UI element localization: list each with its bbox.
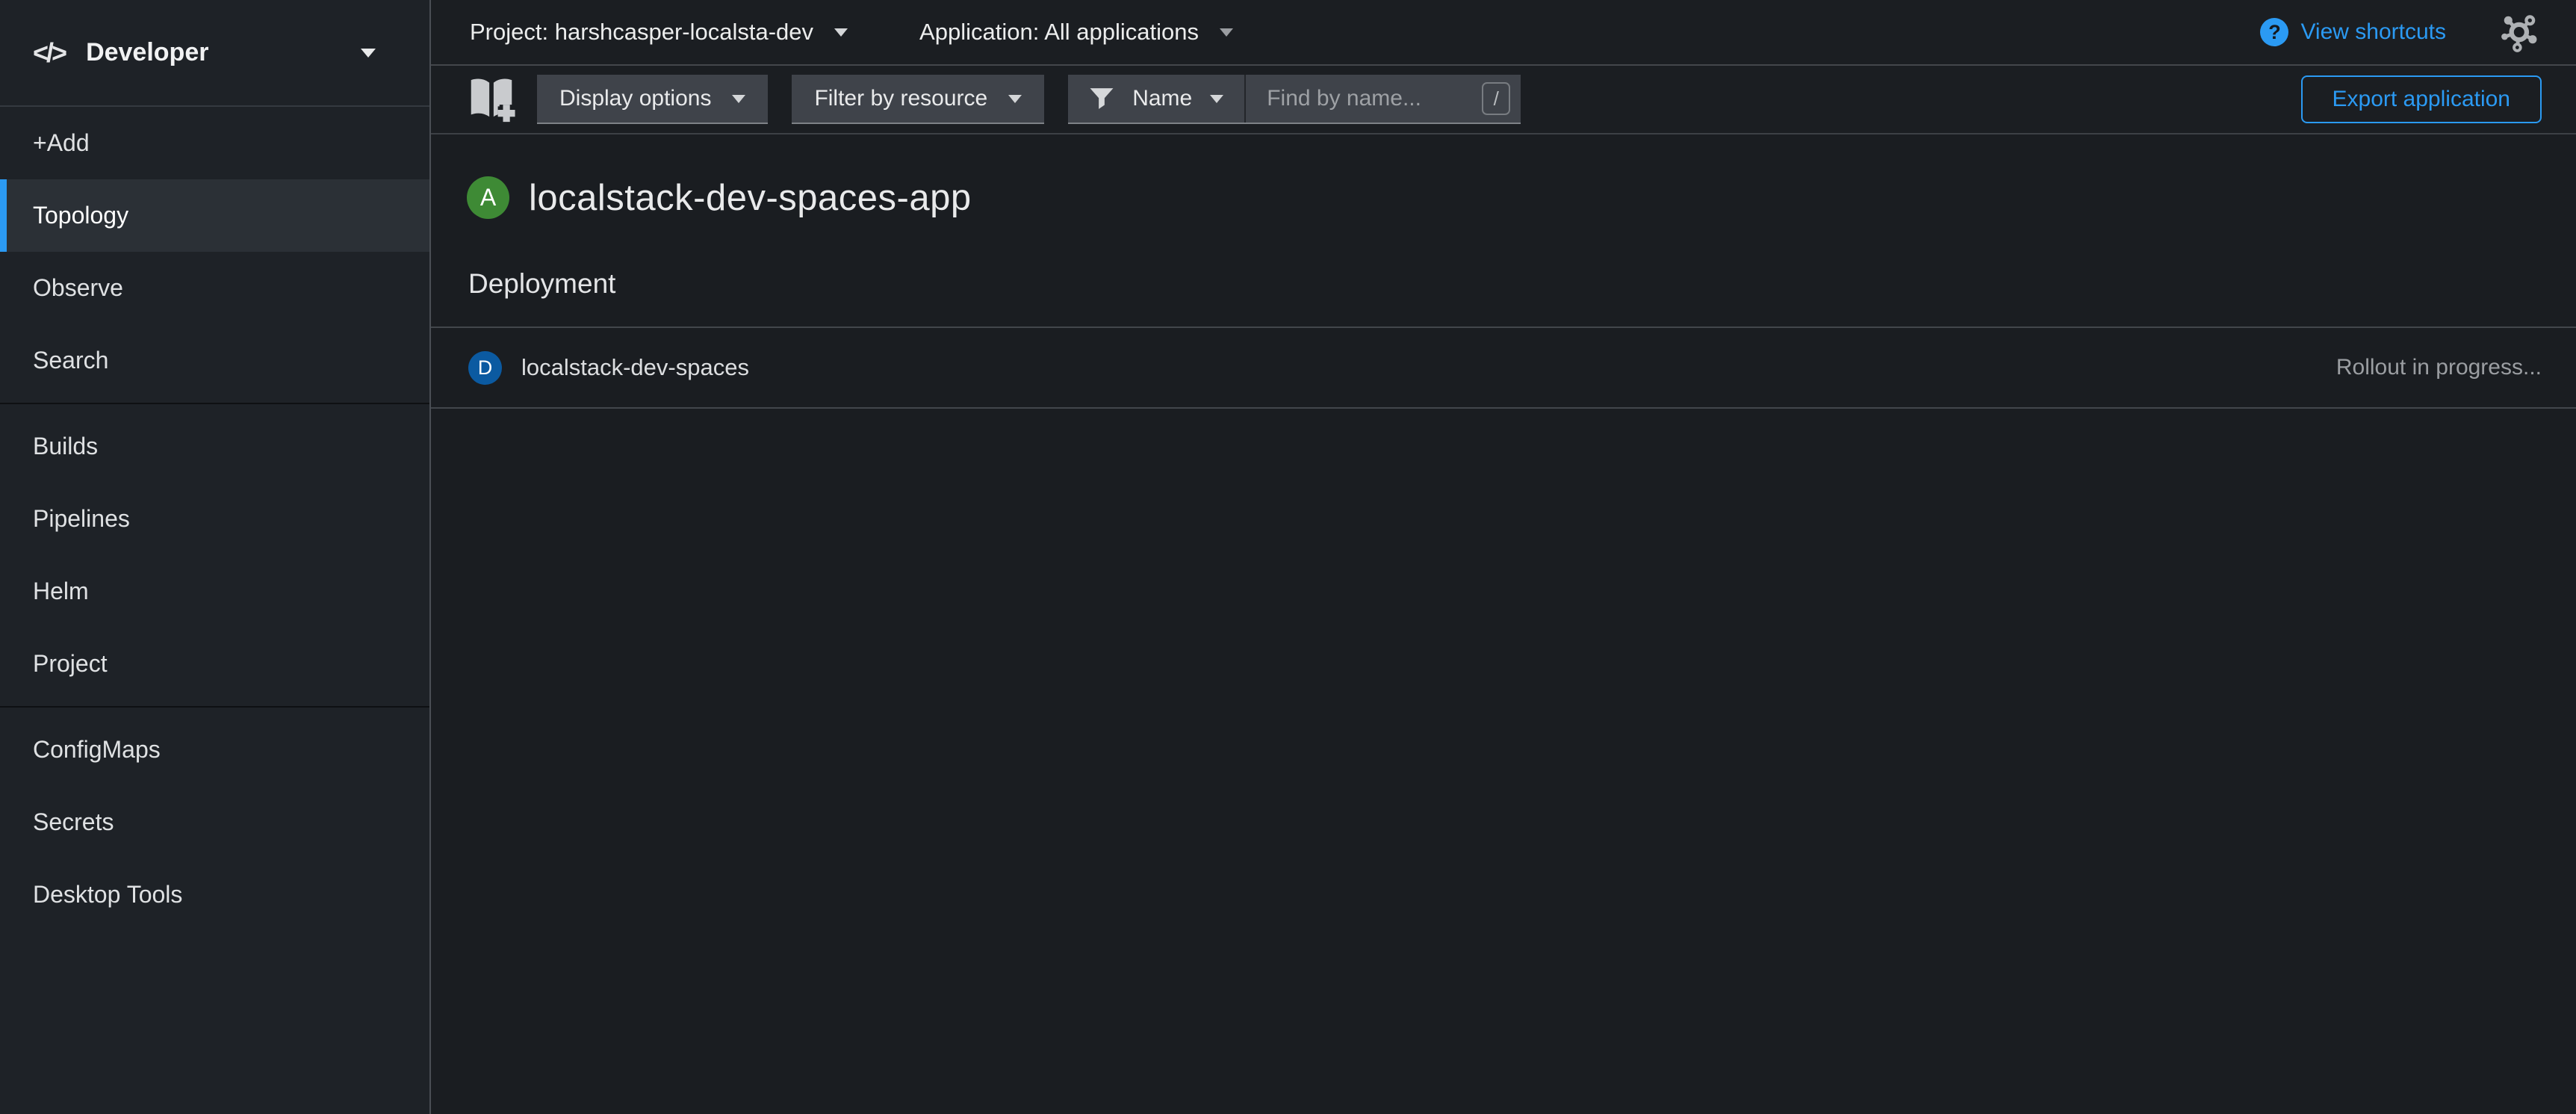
application-badge: A [467,176,509,219]
topology-graph-icon [2498,12,2542,52]
find-by-name-wrapper: / [1246,75,1521,123]
app-root: </> Developer +Add Topology Observe Sear… [0,0,2576,1114]
resource-kind-heading: Deployment [431,268,2576,300]
deployment-status: Rollout in progress... [2336,355,2542,380]
view-shortcuts-link[interactable]: ? View shortcuts [2260,18,2446,46]
application-selector-label: Application: All applications [919,19,1199,46]
perspective-label: Developer [86,38,208,67]
main-column: Project: harshcasper-localsta-dev Applic… [431,0,2576,1114]
name-filter-group: Name / [1068,75,1521,124]
chevron-down-icon [1210,95,1223,103]
sidebar-nav: +Add Topology Observe Search Builds Pipe… [0,107,429,1114]
nav-divider [0,403,429,404]
chevron-down-icon [834,28,848,37]
sidebar-item-desktop-tools[interactable]: Desktop Tools [0,858,429,931]
display-options-dropdown[interactable]: Display options [537,75,768,124]
chevron-down-icon [732,95,745,103]
topology-list-view: A localstack-dev-spaces-app Deployment D… [431,134,2576,1114]
application-name: localstack-dev-spaces-app [529,177,972,219]
deployment-row[interactable]: D localstack-dev-spaces Rollout in progr… [431,328,2576,407]
topology-toolbar: Display options Filter by resource Name … [431,66,2576,134]
sidebar: </> Developer +Add Topology Observe Sear… [0,0,431,1114]
sidebar-item-observe[interactable]: Observe [0,252,429,324]
find-by-name-input[interactable] [1246,75,1521,123]
question-circle-icon: ? [2260,18,2288,46]
funnel-icon [1089,86,1114,111]
filter-by-resource-dropdown[interactable]: Filter by resource [792,75,1044,124]
sidebar-item-add[interactable]: +Add [0,107,429,179]
deployment-badge: D [468,351,502,385]
export-application-button[interactable]: Export application [2301,75,2542,123]
filter-by-resource-label: Filter by resource [814,86,987,111]
resource-list: D localstack-dev-spaces Rollout in progr… [431,327,2576,409]
display-options-label: Display options [559,86,711,111]
sidebar-item-configmaps[interactable]: ConfigMaps [0,714,429,786]
chevron-down-icon [361,49,376,58]
chevron-down-icon [1008,95,1022,103]
filter-type-label: Name [1132,86,1192,111]
view-shortcuts-label: View shortcuts [2300,19,2446,45]
chevron-down-icon [1220,28,1233,37]
sidebar-item-secrets[interactable]: Secrets [0,786,429,858]
keyboard-shortcut-badge: / [1482,82,1510,115]
sidebar-item-search[interactable]: Search [0,324,429,397]
open-book-plus-icon [465,75,518,124]
topology-graph-icon-button[interactable] [2498,12,2542,52]
sidebar-item-project[interactable]: Project [0,628,429,700]
deployment-name[interactable]: localstack-dev-spaces [521,354,749,381]
filter-type-dropdown[interactable]: Name [1068,75,1246,123]
perspective-switcher[interactable]: </> Developer [0,0,429,107]
sidebar-item-builds[interactable]: Builds [0,410,429,483]
project-selector-label: Project: harshcasper-localsta-dev [470,19,813,46]
application-group-header: A localstack-dev-spaces-app [431,134,2576,219]
sidebar-item-topology[interactable]: Topology [0,179,429,252]
developer-code-icon: </> [33,37,65,69]
project-selector[interactable]: Project: harshcasper-localsta-dev [470,19,848,46]
context-bar: Project: harshcasper-localsta-dev Applic… [431,0,2576,66]
nav-divider [0,706,429,708]
application-selector[interactable]: Application: All applications [919,19,1233,46]
sidebar-item-pipelines[interactable]: Pipelines [0,483,429,555]
sidebar-item-helm[interactable]: Helm [0,555,429,628]
guided-docs-button[interactable] [465,75,518,124]
